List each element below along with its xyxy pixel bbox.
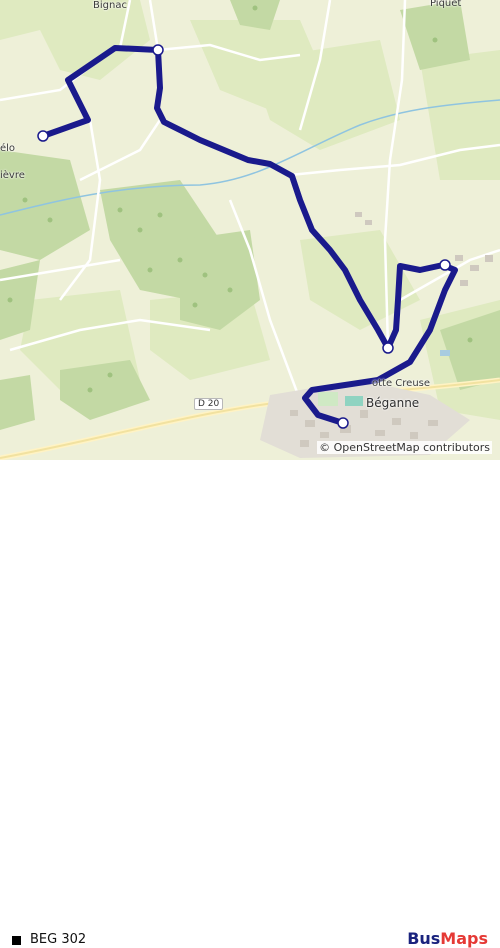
logo-part-bus: Bus [407, 929, 441, 948]
line-name-label: BEG 302 [30, 932, 87, 947]
busmaps-logo[interactable]: BusMaps [407, 929, 488, 948]
map-attribution[interactable]: © OpenStreetMap contributors [317, 441, 492, 454]
map-canvas [0, 0, 500, 460]
road-ref-badge: D 20 [194, 398, 224, 410]
bus-stop-marker[interactable] [337, 417, 349, 429]
place-label-elo: élo [0, 143, 16, 154]
place-label-motte-creuse: otte Creuse [372, 378, 431, 389]
place-label-ievre: ièvre [0, 170, 25, 181]
bus-stop-marker[interactable] [382, 342, 394, 354]
place-label-piquet: Piquet [430, 0, 462, 9]
map-view[interactable]: Bignac Piquet élo ièvre otte Creuse Béga… [0, 0, 500, 460]
place-label-beganne: Béganne [366, 396, 420, 410]
bus-stop-marker[interactable] [37, 130, 49, 142]
line-color-swatch [12, 936, 21, 945]
place-label-bignac: Bignac [93, 0, 127, 11]
logo-part-maps: Maps [440, 929, 488, 948]
bus-stop-marker[interactable] [152, 44, 164, 56]
legend-footer: BEG 302 BusMaps [0, 460, 500, 948]
bus-stop-marker[interactable] [439, 259, 451, 271]
